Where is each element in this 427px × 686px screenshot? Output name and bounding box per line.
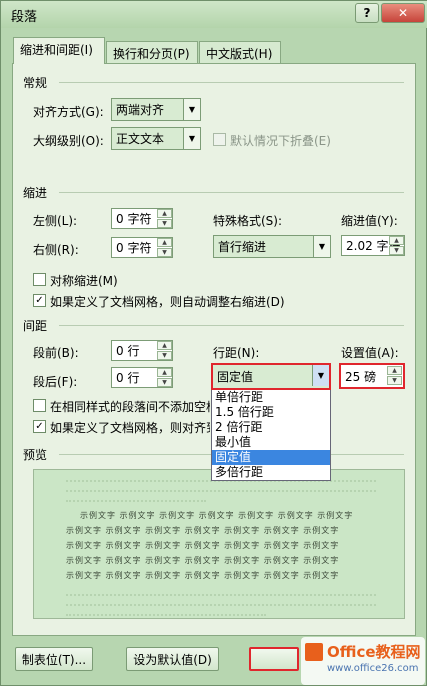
tab-asian-typography[interactable]: 中文版式(H) [199,41,281,63]
special-indent-select[interactable]: 首行缩进 ▼ [213,235,331,258]
no-space-checkbox[interactable] [33,399,46,412]
mirror-indents-checkbox[interactable] [33,273,46,286]
watermark-brand: Office教程网 [327,643,421,661]
outline-level-label: 大纲级别(O): [33,134,104,148]
space-after-label: 段后(F): [33,375,78,389]
chevron-down-icon[interactable]: ▼ [312,365,329,386]
chevron-down-icon[interactable]: ▼ [183,99,200,120]
outline-level-select[interactable]: 正文文本 ▼ [111,127,201,150]
close-button[interactable]: ✕ [381,3,425,23]
preview-heading: 预览 [23,448,48,462]
paragraph-dialog: 段落 ? ✕ 缩进和间距(I) 换行和分页(P) 中文版式(H) 常规 对齐方式… [0,0,427,686]
spin-down-icon[interactable]: ▼ [387,376,402,385]
spin-down-icon[interactable]: ▼ [157,248,172,257]
chevron-down-icon[interactable]: ▼ [313,236,330,257]
indent-divider [59,192,404,193]
spacing-divider [59,325,404,326]
chevron-down-icon[interactable]: ▼ [183,128,200,149]
spin-up-icon[interactable]: ▲ [389,236,404,245]
indent-heading: 缩进 [23,186,48,200]
option-one-half[interactable]: 1.5 倍行距 [212,405,330,420]
right-indent-value: 0 字符 [116,241,152,255]
watermark-url: www.office26.com [327,663,419,674]
spin-up-icon[interactable]: ▲ [387,366,402,375]
indent-by-input[interactable]: 2.02 字符 ▲ ▼ [341,235,405,256]
spin-down-icon[interactable]: ▼ [157,219,172,228]
line-spacing-options: 单倍行距 1.5 倍行距 2 倍行距 最小值 固定值 多倍行距 [211,389,331,481]
space-before-label: 段前(B): [33,346,79,360]
special-indent-label: 特殊格式(S): [213,214,283,228]
general-divider [59,82,404,83]
spin-up-icon[interactable]: ▲ [157,238,172,247]
preview-pane: 示例文字 示例文字 示例文字 示例文字 示例文字 示例文字 示例文字 示例文字 … [33,469,405,619]
space-after-input[interactable]: 0 行 ▲ ▼ [111,367,173,388]
spacing-heading: 间距 [23,319,48,333]
tab-line-page-breaks[interactable]: 换行和分页(P) [106,41,198,63]
tabs-button[interactable]: 制表位(T)... [15,647,93,671]
left-indent-label: 左侧(L): [33,214,78,228]
snap-grid-checkbox[interactable]: ✓ [33,420,46,433]
at-label: 设置值(A): [341,346,399,360]
option-exactly[interactable]: 固定值 [212,450,330,465]
help-button[interactable]: ? [355,3,379,23]
general-heading: 常规 [23,76,48,90]
space-after-value: 0 行 [116,371,140,385]
option-single[interactable]: 单倍行距 [212,390,330,405]
alignment-label: 对齐方式(G): [33,105,104,119]
option-multiple[interactable]: 多倍行距 [212,465,330,480]
line-spacing-label: 行距(N): [213,346,260,360]
snap-grid-label: 如果定义了文档网格，则对齐到网 [50,421,210,435]
space-before-input[interactable]: 0 行 ▲ ▼ [111,340,173,361]
collapse-checkbox[interactable] [213,133,226,146]
spin-up-icon[interactable]: ▲ [157,341,172,350]
office-logo-icon [305,643,323,661]
at-input[interactable]: 25 磅 ▲ ▼ [339,363,405,389]
spin-down-icon[interactable]: ▼ [389,246,404,255]
spin-down-icon[interactable]: ▼ [157,351,172,360]
mirror-indents-label: 对称缩进(M) [50,274,118,288]
spin-up-icon[interactable]: ▲ [157,209,172,218]
at-value: 25 磅 [345,369,377,384]
spin-down-icon[interactable]: ▼ [157,378,172,387]
space-before-value: 0 行 [116,344,140,358]
left-indent-value: 0 字符 [116,212,152,226]
tab-indent-spacing[interactable]: 缩进和间距(I) [13,37,105,64]
left-indent-input[interactable]: 0 字符 ▲ ▼ [111,208,173,229]
ok-button[interactable] [249,647,299,671]
collapse-label: 默认情况下折叠(E) [230,134,331,148]
right-indent-input[interactable]: 0 字符 ▲ ▼ [111,237,173,258]
special-indent-value: 首行缩进 [218,240,267,254]
outline-level-value: 正文文本 [116,132,165,146]
alignment-value: 两端对齐 [116,103,165,117]
line-spacing-select[interactable]: 固定值 ▼ [211,363,331,390]
spin-up-icon[interactable]: ▲ [157,368,172,377]
set-default-button[interactable]: 设为默认值(D) [126,647,219,671]
no-space-label: 在相同样式的段落间不添加空格 [50,400,210,414]
indent-by-label: 缩进值(Y): [341,214,398,228]
right-indent-label: 右侧(R): [33,243,79,257]
dialog-title: 段落 [11,10,38,25]
option-at-least[interactable]: 最小值 [212,435,330,450]
watermark-logo: Office教程网 www.office26.com [301,637,425,685]
auto-adjust-checkbox[interactable]: ✓ [33,294,46,307]
line-spacing-value: 固定值 [217,370,254,384]
auto-adjust-label: 如果定义了文档网格，则自动调整右缩进(D) [50,295,285,309]
preview-sample-text: 示例文字 示例文字 示例文字 示例文字 示例文字 示例文字 示例文字 示例文字 … [66,511,354,580]
option-double[interactable]: 2 倍行距 [212,420,330,435]
alignment-select[interactable]: 两端对齐 ▼ [111,98,201,121]
